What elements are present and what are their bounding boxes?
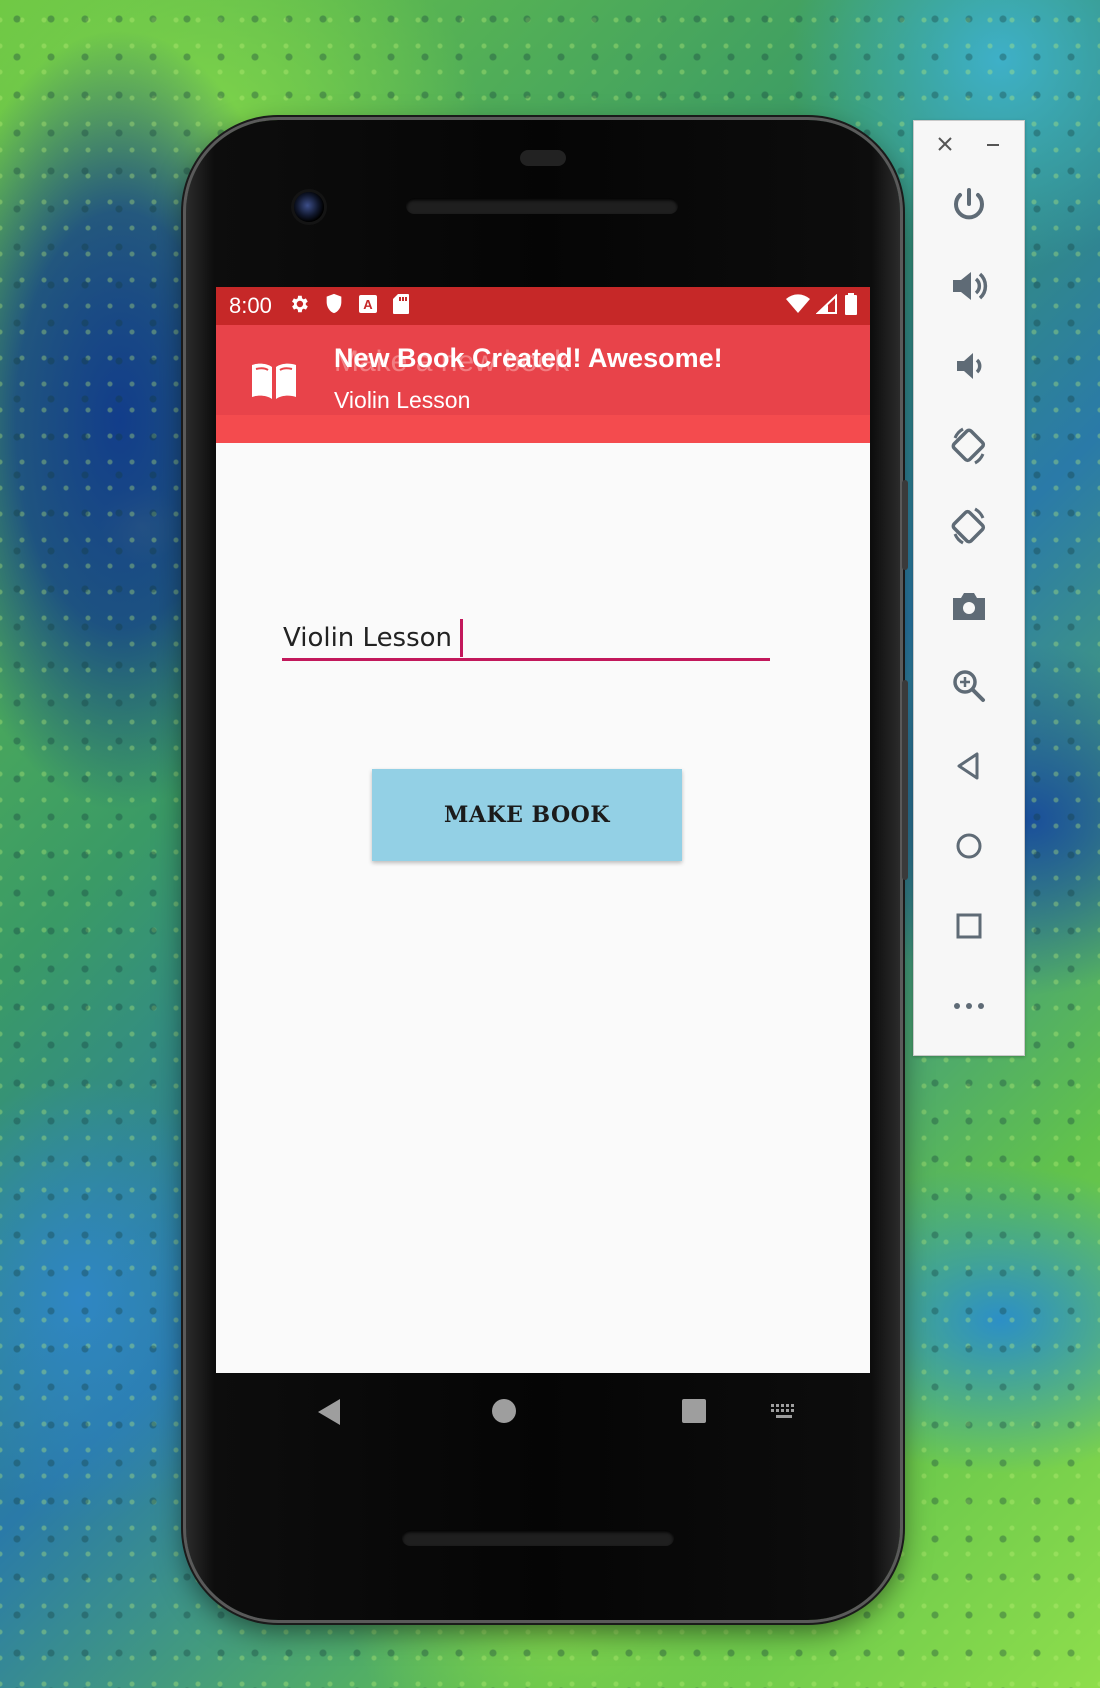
notification-title: New Book Created! Awesome! bbox=[334, 343, 723, 373]
home-icon[interactable] bbox=[490, 1397, 518, 1429]
front-camera bbox=[294, 192, 324, 222]
zoom-icon[interactable] bbox=[939, 656, 999, 716]
book-title-text: Violin Lesson bbox=[283, 623, 453, 653]
phone-frame: 8:00 A Make a new book New Book Created!… bbox=[186, 120, 908, 1620]
earpiece bbox=[520, 150, 566, 166]
phone-power-button bbox=[902, 480, 908, 570]
recents-icon[interactable] bbox=[680, 1397, 708, 1429]
signal-icon bbox=[815, 293, 838, 318]
status-left-icons: A bbox=[288, 293, 410, 319]
device-screen: 8:00 A Make a new book New Book Created!… bbox=[216, 287, 870, 1373]
emulator-toolbar bbox=[913, 120, 1025, 1056]
more-icon[interactable] bbox=[939, 976, 999, 1036]
minimize-icon[interactable] bbox=[984, 135, 1002, 157]
volume-down-icon[interactable] bbox=[939, 336, 999, 396]
battery-icon bbox=[844, 293, 858, 319]
sd-card-icon bbox=[392, 293, 410, 319]
back-icon[interactable] bbox=[316, 1397, 342, 1431]
text-cursor bbox=[460, 619, 464, 657]
bottom-speaker bbox=[402, 1530, 674, 1546]
book-title-input-value: Violin Lesson bbox=[283, 619, 464, 657]
home-icon[interactable] bbox=[939, 816, 999, 876]
app-bar: Make a new book New Book Created! Awesom… bbox=[216, 325, 870, 443]
close-icon[interactable] bbox=[936, 135, 954, 157]
status-right-icons bbox=[786, 293, 858, 319]
phone-volume-rocker bbox=[902, 680, 908, 880]
rotate-right-icon[interactable] bbox=[939, 496, 999, 556]
keyboard-icon[interactable] bbox=[770, 1403, 798, 1425]
camera-icon[interactable] bbox=[939, 576, 999, 636]
notification-subtitle: Violin Lesson bbox=[334, 387, 471, 413]
book-icon bbox=[250, 361, 298, 405]
svg-text:A: A bbox=[363, 297, 373, 312]
back-icon[interactable] bbox=[939, 736, 999, 796]
top-speaker bbox=[406, 198, 678, 214]
shield-icon bbox=[324, 293, 344, 319]
wifi-icon bbox=[786, 294, 810, 318]
navigation-bar bbox=[186, 1373, 900, 1463]
emulator-window-controls bbox=[914, 133, 1024, 163]
volume-up-icon[interactable] bbox=[939, 256, 999, 316]
book-title-input[interactable]: Violin Lesson bbox=[282, 607, 770, 661]
power-icon[interactable] bbox=[939, 176, 999, 236]
status-bar: 8:00 A bbox=[216, 287, 870, 325]
overview-icon[interactable] bbox=[939, 896, 999, 956]
input-underline bbox=[282, 658, 770, 661]
rotate-left-icon[interactable] bbox=[939, 416, 999, 476]
a-icon: A bbox=[358, 294, 378, 318]
status-time: 8:00 bbox=[229, 293, 272, 318]
make-book-button[interactable]: MAKE BOOK bbox=[372, 769, 682, 861]
settings-icon bbox=[288, 293, 310, 319]
